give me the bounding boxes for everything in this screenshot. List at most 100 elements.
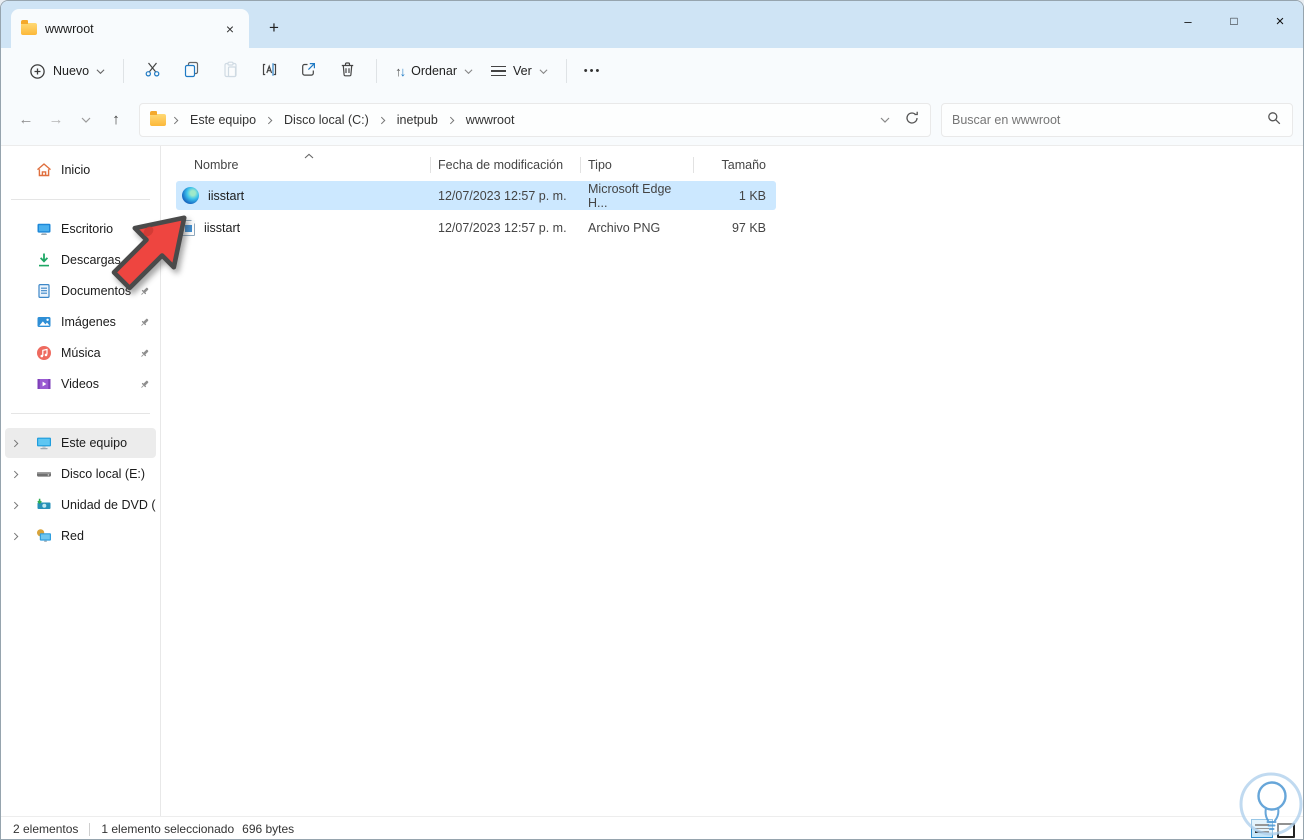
- sidebar-item-imagenes[interactable]: Imágenes: [5, 307, 156, 337]
- desktop-icon: [35, 220, 53, 238]
- chevron-right-icon: [267, 116, 273, 125]
- maximize-button[interactable]: □: [1211, 1, 1257, 41]
- sidebar-item-label: Imágenes: [61, 315, 116, 329]
- tab-close-icon[interactable]: ×: [219, 18, 241, 40]
- file-type: Microsoft Edge H...: [588, 181, 672, 210]
- sidebar-item-escritorio[interactable]: Escritorio: [5, 214, 156, 244]
- copy-button[interactable]: [172, 54, 211, 88]
- new-button-label: Nuevo: [53, 64, 90, 78]
- search-box[interactable]: [941, 102, 1293, 137]
- expand-chevron-icon[interactable]: [5, 439, 27, 448]
- refresh-icon[interactable]: [904, 110, 920, 129]
- sidebar-separator: [11, 413, 150, 414]
- status-bar: 2 elementos 1 elemento seleccionado 696 …: [1, 816, 1303, 839]
- toolbar-separator: [376, 59, 378, 83]
- breadcrumb-wwwroot[interactable]: wwwroot: [462, 110, 519, 130]
- sidebar-item-musica[interactable]: Música: [5, 338, 156, 368]
- videos-icon: [35, 375, 53, 393]
- search-input[interactable]: [952, 112, 1266, 127]
- file-name: iisstart: [204, 220, 241, 235]
- delete-button[interactable]: [328, 54, 367, 88]
- this-pc-icon: [35, 434, 53, 452]
- new-tab-button[interactable]: +: [263, 17, 285, 39]
- tab-title: wwwroot: [45, 21, 94, 36]
- sidebar-item-label: Descargas: [61, 253, 121, 267]
- sidebar-item-label: Música: [61, 346, 101, 360]
- file-modified: 12/07/2023 12:57 p. m.: [438, 188, 567, 203]
- expand-chevron-icon[interactable]: [5, 501, 27, 510]
- chevron-right-icon: [380, 116, 386, 125]
- chevron-down-icon: [464, 68, 473, 75]
- sidebar-item-unidad-dvd-d[interactable]: Unidad de DVD (D:): [5, 490, 156, 520]
- breadcrumb-disco-local-c[interactable]: Disco local (C:): [280, 110, 373, 130]
- forward-button[interactable]: →: [41, 105, 71, 135]
- items-count: 2 elementos: [13, 822, 79, 836]
- recent-locations-button[interactable]: [71, 105, 101, 135]
- address-dropdown-icon[interactable]: [880, 116, 890, 124]
- sidebar-separator: [11, 199, 150, 200]
- column-header-fecha[interactable]: Fecha de modificación: [430, 152, 580, 178]
- file-size: 1 KB: [738, 188, 766, 203]
- up-button[interactable]: ↑: [101, 105, 131, 135]
- sidebar-item-disco-local-e[interactable]: Disco local (E:): [5, 459, 156, 489]
- column-header-nombre[interactable]: Nombre: [176, 152, 430, 178]
- toolbar-separator: [123, 59, 125, 83]
- column-header-tamano[interactable]: Tamaño: [693, 152, 776, 178]
- sidebar-item-label: Videos: [61, 377, 99, 391]
- address-bar[interactable]: Este equipo Disco local (C:) inetpub www…: [139, 102, 931, 137]
- sidebar-item-label: Documentos: [61, 284, 131, 298]
- more-options-button[interactable]: •••: [576, 59, 610, 83]
- file-name: iisstart: [208, 188, 245, 203]
- paste-icon: [222, 61, 239, 81]
- local-disk-icon: [35, 465, 53, 483]
- documents-icon: [35, 282, 53, 300]
- png-image-icon: [182, 219, 195, 236]
- share-icon: [300, 61, 317, 81]
- explorer-tab-wwwroot[interactable]: wwwroot ×: [11, 9, 249, 48]
- column-headers: Nombre Fecha de modificación Tipo Tamaño: [176, 152, 776, 178]
- sidebar-item-este-equipo[interactable]: Este equipo: [5, 428, 156, 458]
- edge-html-icon: [182, 187, 199, 204]
- file-type: Archivo PNG: [588, 220, 661, 235]
- breadcrumb-este-equipo[interactable]: Este equipo: [186, 110, 260, 130]
- sidebar-item-videos[interactable]: Videos: [5, 369, 156, 399]
- file-list-pane: Nombre Fecha de modificación Tipo Tamaño…: [161, 146, 1303, 816]
- view-mode-toggles: [1251, 819, 1295, 838]
- file-row-iisstart-png[interactable]: iisstart 12/07/2023 12:57 p. m. Archivo …: [176, 213, 776, 242]
- toolbar-separator: [565, 59, 567, 83]
- back-button[interactable]: ←: [11, 105, 41, 135]
- new-button[interactable]: Nuevo: [19, 56, 114, 86]
- details-view-button[interactable]: [1251, 819, 1273, 838]
- minimize-button[interactable]: –: [1165, 1, 1211, 41]
- sort-button[interactable]: ↑↓ Ordenar: [386, 58, 482, 85]
- large-icons-view-button[interactable]: [1277, 823, 1295, 838]
- sidebar-item-documentos[interactable]: Documentos: [5, 276, 156, 306]
- selection-size: 696 bytes: [242, 822, 295, 836]
- sort-button-label: Ordenar: [411, 64, 457, 78]
- folder-icon: [21, 19, 37, 35]
- sidebar-item-red[interactable]: Red: [5, 521, 156, 551]
- sidebar-item-inicio[interactable]: Inicio: [5, 155, 156, 185]
- command-toolbar: Nuevo ↑↓ Ordenar Ver •••: [1, 48, 1303, 94]
- folder-icon: [150, 110, 166, 126]
- view-button[interactable]: Ver: [482, 58, 557, 84]
- view-icon: [491, 65, 506, 77]
- chevron-down-icon: [539, 68, 548, 75]
- paste-button[interactable]: [211, 54, 250, 88]
- sidebar-item-descargas[interactable]: Descargas: [5, 245, 156, 275]
- sort-icon: ↑↓: [395, 63, 406, 79]
- expand-chevron-icon[interactable]: [5, 532, 27, 541]
- sidebar-item-label: Red: [61, 529, 84, 543]
- pictures-icon: [35, 313, 53, 331]
- share-button[interactable]: [289, 54, 328, 88]
- search-icon: [1266, 110, 1282, 129]
- cut-button[interactable]: [133, 54, 172, 88]
- column-header-tipo[interactable]: Tipo: [580, 152, 693, 178]
- trash-icon: [339, 61, 356, 81]
- rename-button[interactable]: [250, 54, 289, 88]
- breadcrumb-inetpub[interactable]: inetpub: [393, 110, 442, 130]
- expand-chevron-icon[interactable]: [5, 470, 27, 479]
- close-button[interactable]: ×: [1257, 1, 1303, 41]
- file-row-iisstart-html[interactable]: iisstart 12/07/2023 12:57 p. m. Microsof…: [176, 181, 776, 210]
- selection-count: 1 elemento seleccionado: [101, 822, 235, 836]
